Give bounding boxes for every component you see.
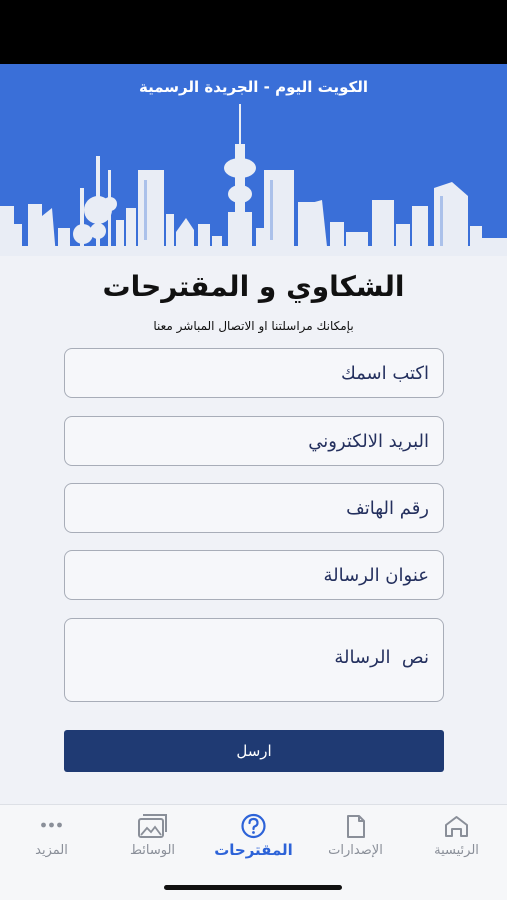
home-icon	[445, 816, 468, 837]
complaints-form-section: الشكاوي و المقترحات بإمكانك مراسلتنا او …	[0, 256, 507, 804]
name-input[interactable]	[65, 349, 443, 397]
page-subtitle: بإمكانك مراسلتنا او الاتصال المباشر معنا	[153, 319, 354, 333]
status-bar	[0, 0, 507, 64]
header-title: الكويت اليوم - الجريدة الرسمية	[138, 78, 369, 96]
question-circle-icon	[241, 813, 266, 839]
phone-field-container	[64, 483, 444, 533]
header-banner: الكويت اليوم - الجريدة الرسمية	[0, 64, 507, 256]
email-field-container	[64, 416, 444, 466]
tab-media[interactable]: الوسائط	[102, 805, 203, 865]
tab-home-label: الرئيسية	[434, 843, 479, 858]
home-indicator[interactable]	[164, 885, 342, 890]
tab-publications-label: الإصدارات	[328, 843, 383, 858]
tab-media-label: الوسائط	[129, 843, 176, 858]
subject-input[interactable]	[65, 551, 443, 599]
subject-field-container	[64, 550, 444, 600]
tab-more-label: المزيد	[35, 843, 68, 858]
kuwait-skyline-illustration	[0, 104, 507, 256]
home-indicator-area	[0, 864, 507, 900]
tab-suggestions[interactable]: المقترحات	[203, 805, 304, 865]
document-icon	[347, 815, 365, 838]
email-input[interactable]	[65, 417, 443, 465]
name-field-container	[64, 348, 444, 398]
tab-more[interactable]: المزيد	[1, 805, 102, 865]
tab-suggestions-label: المقترحات	[214, 841, 293, 859]
page-title: الشكاوي و المقترحات	[102, 270, 405, 303]
phone-input[interactable]	[65, 484, 443, 532]
tab-publications[interactable]: الإصدارات	[305, 805, 406, 865]
message-textarea[interactable]	[65, 619, 443, 701]
tab-home[interactable]: الرئيسية	[406, 805, 507, 865]
bottom-tab-bar: الرئيسية الإصدارات المقترحات الوسائط الم…	[0, 804, 507, 864]
image-gallery-icon	[138, 814, 167, 838]
send-button[interactable]: ارسل	[64, 730, 444, 772]
more-dots-icon	[41, 822, 62, 828]
message-field-container	[64, 618, 444, 702]
